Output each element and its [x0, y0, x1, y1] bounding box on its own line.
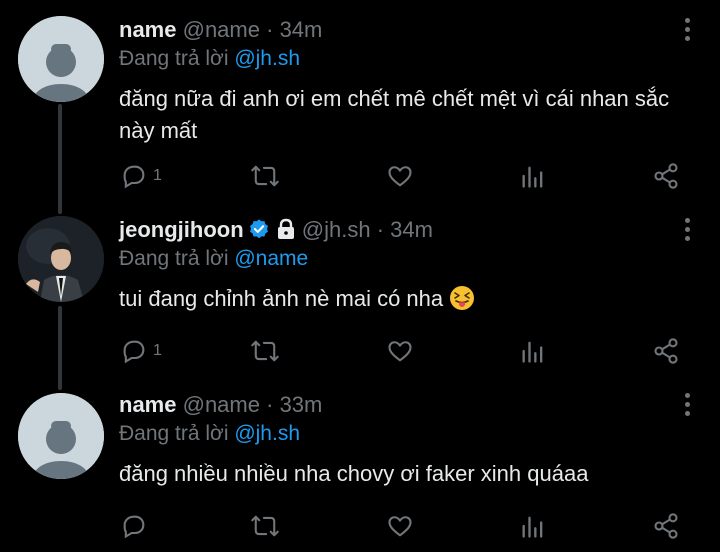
default-avatar-icon [18, 16, 104, 102]
views-icon [522, 341, 543, 363]
reply-icon [123, 340, 145, 364]
share-icon [654, 163, 678, 189]
action-bar [0, 510, 720, 542]
avatar[interactable] [18, 216, 104, 302]
profile-photo-icon [18, 216, 104, 302]
display-name[interactable]: name [119, 17, 176, 42]
retweet-icon [251, 340, 279, 362]
handle[interactable]: @jh.sh [302, 217, 371, 242]
action-bar: 1 [0, 160, 720, 192]
display-name[interactable]: jeongjihoon [119, 217, 244, 242]
squinting-face-with-tongue-icon [450, 286, 475, 310]
reply-count: 1 [153, 167, 162, 184]
display-name[interactable]: name [119, 392, 176, 417]
like-icon [388, 341, 412, 362]
views-button[interactable] [520, 512, 546, 540]
avatar[interactable] [18, 16, 104, 102]
share-icon [654, 338, 678, 364]
retweet-icon [251, 515, 279, 537]
replying-prefix: Đang trả lời [119, 247, 229, 270]
replying-to: Đang trả lời @jh.sh [119, 46, 300, 72]
like-button[interactable] [386, 512, 414, 540]
separator: · [376, 217, 385, 242]
views-button[interactable] [520, 337, 546, 365]
handle[interactable]: @name [183, 392, 260, 417]
default-avatar-icon [18, 393, 104, 479]
reply-icon [123, 515, 145, 539]
tweet-body: tui đang chỉnh ảnh nè mai có nha [119, 283, 699, 315]
reply-button[interactable]: 1 [120, 162, 162, 190]
like-button[interactable] [386, 337, 414, 365]
tweet-1[interactable]: name @name · 34m Đang trả lời @jh.sh đăn… [0, 0, 720, 210]
retweet-icon [251, 165, 279, 187]
more-icon[interactable] [682, 218, 692, 244]
replying-prefix: Đang trả lời [119, 47, 229, 70]
reply-button[interactable]: 1 [120, 337, 162, 365]
like-icon [388, 166, 412, 187]
reply-count: 1 [153, 342, 162, 359]
timestamp[interactable]: 33m [280, 392, 323, 417]
replying-to: Đang trả lời @jh.sh [119, 421, 300, 447]
reply-icon [123, 165, 145, 189]
separator: · [266, 392, 274, 417]
like-icon [388, 516, 412, 537]
views-icon [522, 166, 543, 188]
avatar[interactable] [18, 393, 104, 479]
share-button[interactable] [652, 512, 680, 540]
share-icon [654, 513, 678, 539]
timestamp[interactable]: 34m [280, 17, 323, 42]
more-icon[interactable] [682, 18, 692, 44]
replying-to: Đang trả lời @name [119, 246, 308, 272]
reply-button[interactable] [120, 512, 153, 540]
tweet-header: jeongjihoon @jh.sh · 34m [119, 217, 433, 243]
more-icon[interactable] [682, 393, 692, 419]
mention-link[interactable]: @jh.sh [234, 47, 300, 70]
share-button[interactable] [652, 162, 680, 190]
separator: · [266, 17, 274, 42]
verified-icon [249, 219, 268, 239]
tweet-header: name @name · 34m [119, 17, 322, 43]
retweet-button[interactable] [250, 337, 280, 365]
replying-prefix: Đang trả lời [119, 422, 229, 445]
mention-link[interactable]: @name [234, 247, 308, 270]
retweet-button[interactable] [250, 162, 280, 190]
tweet-text: đăng nhiều nhiều nha chovy ơi faker xinh… [119, 461, 589, 486]
tweet-3[interactable]: name @name · 33m Đang trả lời @jh.sh đăn… [0, 375, 720, 552]
views-button[interactable] [520, 162, 546, 190]
retweet-button[interactable] [250, 512, 280, 540]
action-bar: 1 [0, 335, 720, 367]
share-button[interactable] [652, 337, 680, 365]
views-icon [522, 516, 543, 538]
tweet-header: name @name · 33m [119, 392, 322, 418]
handle[interactable]: @name [183, 17, 260, 42]
tweet-text: tui đang chỉnh ảnh nè mai có nha [119, 286, 444, 311]
lock-icon [277, 218, 294, 239]
tweet-text: đăng nữa đi anh ơi em chết mê chết mệt v… [119, 86, 670, 143]
like-button[interactable] [386, 162, 414, 190]
mention-link[interactable]: @jh.sh [234, 422, 300, 445]
timestamp[interactable]: 34m [390, 217, 433, 242]
tweet-2[interactable]: jeongjihoon @jh.sh · 34m Đang trả lời @n… [0, 200, 720, 380]
